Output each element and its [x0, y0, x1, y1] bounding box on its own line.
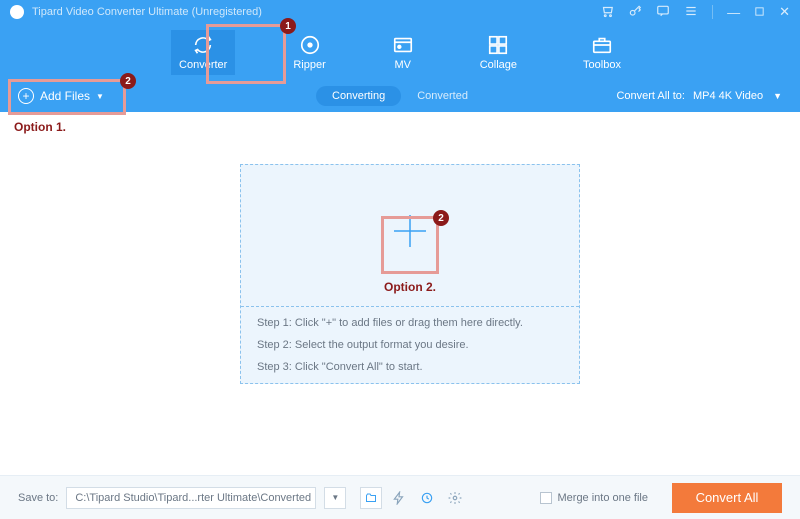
content-area: Step 1: Click "+" to add files or drag t…: [0, 112, 800, 484]
tab-converting[interactable]: Converting: [316, 86, 401, 106]
minimize-icon[interactable]: —: [727, 5, 740, 20]
footer-bar: Save to: C:\Tipard Studio\Tipard...rter …: [0, 475, 800, 519]
convert-all-to: Convert All to: MP4 4K Video ▼: [616, 90, 782, 102]
path-dropdown-button[interactable]: ▼: [324, 487, 346, 509]
settings-button[interactable]: [444, 487, 466, 509]
add-files-label: Add Files: [40, 89, 90, 103]
nav-mv[interactable]: MV: [384, 30, 422, 75]
chevron-down-icon: ▼: [773, 91, 782, 101]
step-3: Step 3: Click "Convert All" to start.: [257, 361, 563, 373]
step-1: Step 1: Click "+" to add files or drag t…: [257, 317, 563, 329]
merge-label: Merge into one file: [558, 492, 649, 504]
main-nav: Converter Ripper MV Collage Toolbox: [0, 24, 800, 80]
titlebar: Tipard Video Converter Ultimate (Unregis…: [0, 0, 800, 24]
dropzone[interactable]: Step 1: Click "+" to add files or drag t…: [240, 164, 580, 384]
feedback-icon[interactable]: [656, 4, 670, 21]
add-files-plus[interactable]: [384, 205, 436, 257]
ripper-icon: [299, 34, 321, 56]
sub-toolbar: + Add Files ▼ Converting Converted Conve…: [0, 80, 800, 112]
merge-checkbox[interactable]: Merge into one file: [540, 492, 649, 504]
instructions: Step 1: Click "+" to add files or drag t…: [241, 306, 579, 383]
open-folder-button[interactable]: [360, 487, 382, 509]
chevron-down-icon: ▼: [96, 92, 104, 101]
plus-icon: +: [18, 88, 34, 104]
collage-icon: [487, 34, 509, 56]
toolbox-icon: [591, 34, 613, 56]
nav-ripper-label: Ripper: [293, 59, 325, 71]
nav-toolbox[interactable]: Toolbox: [575, 30, 629, 75]
window-title: Tipard Video Converter Ultimate (Unregis…: [32, 6, 600, 18]
step-2: Step 2: Select the output format you des…: [257, 339, 563, 351]
window-controls: — ✕: [600, 4, 790, 21]
nav-ripper[interactable]: Ripper: [285, 30, 333, 75]
checkbox-icon: [540, 492, 552, 504]
output-format-value: MP4 4K Video: [693, 90, 763, 102]
save-to: Save to: C:\Tipard Studio\Tipard...rter …: [18, 487, 346, 509]
save-path-field[interactable]: C:\Tipard Studio\Tipard...rter Ultimate\…: [66, 487, 316, 509]
nav-toolbox-label: Toolbox: [583, 59, 621, 71]
footer-tools: [360, 487, 466, 509]
hw-accel-button[interactable]: [388, 487, 410, 509]
tab-converted[interactable]: Converted: [401, 86, 484, 106]
cart-icon[interactable]: [600, 4, 614, 21]
nav-collage-label: Collage: [480, 59, 517, 71]
nav-collage[interactable]: Collage: [472, 30, 525, 75]
mv-icon: [392, 34, 414, 56]
divider: [712, 5, 713, 19]
key-icon[interactable]: [628, 4, 642, 21]
close-icon[interactable]: ✕: [779, 4, 790, 20]
converter-icon: [192, 34, 214, 56]
convert-all-button[interactable]: Convert All: [672, 483, 782, 513]
save-to-label: Save to:: [18, 492, 58, 504]
nav-mv-label: MV: [394, 59, 411, 71]
nav-converter-label: Converter: [179, 59, 227, 71]
add-files-button[interactable]: + Add Files ▼: [18, 88, 104, 104]
nav-converter[interactable]: Converter: [171, 30, 235, 75]
status-tabs: Converting Converted: [316, 86, 484, 106]
high-speed-button[interactable]: [416, 487, 438, 509]
convert-all-to-label: Convert All to:: [616, 90, 684, 102]
app-logo: [10, 5, 24, 19]
maximize-icon[interactable]: [754, 5, 765, 20]
output-format-dropdown[interactable]: MP4 4K Video ▼: [693, 90, 782, 102]
menu-icon[interactable]: [684, 4, 698, 21]
